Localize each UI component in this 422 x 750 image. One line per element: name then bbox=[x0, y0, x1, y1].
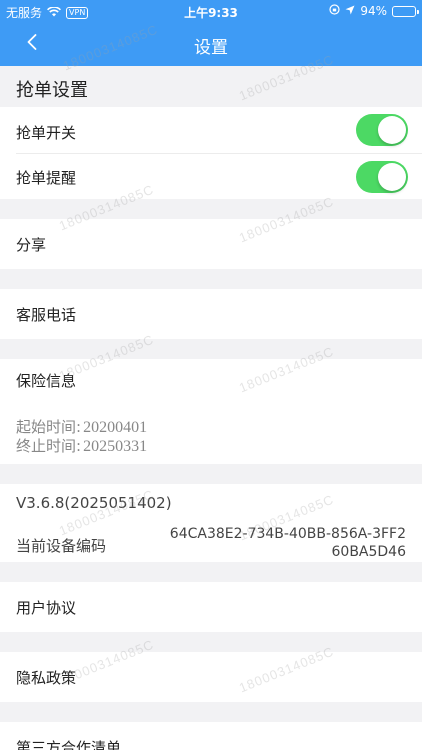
user-agreement-label: 用户协议 bbox=[16, 599, 77, 617]
grab-remind-label: 抢单提醒 bbox=[16, 169, 77, 187]
lock-rotation-icon bbox=[329, 4, 340, 18]
insurance-label: 保险信息 bbox=[16, 372, 77, 390]
grab-switch-label: 抢单开关 bbox=[16, 124, 77, 142]
switch-knob bbox=[378, 116, 406, 144]
share-label: 分享 bbox=[16, 236, 47, 254]
insurance-end-value: 20250331 bbox=[83, 438, 148, 455]
service-phone-row[interactable]: 客服电话 bbox=[0, 289, 422, 339]
divider bbox=[16, 153, 422, 154]
status-right: 94% bbox=[329, 4, 419, 18]
status-bar: 无服务 VPN 上午9:33 94% bbox=[0, 0, 422, 22]
third-party-label: 第三方合作清单 bbox=[16, 739, 122, 750]
insurance-end: 终止时间: 20250331 bbox=[16, 435, 147, 456]
grab-remind-toggle[interactable] bbox=[356, 161, 408, 193]
battery-percent: 94% bbox=[360, 4, 387, 18]
device-code-label: 当前设备编码 bbox=[16, 537, 107, 555]
insurance-card: 保险信息 起始时间: 20200401 终止时间: 20250331 bbox=[0, 359, 422, 464]
switch-knob bbox=[378, 163, 406, 191]
service-phone-label: 客服电话 bbox=[16, 306, 77, 324]
privacy-policy-label: 隐私政策 bbox=[16, 669, 77, 687]
share-row[interactable]: 分享 bbox=[0, 219, 422, 269]
privacy-policy-row[interactable]: 隐私政策 bbox=[0, 652, 422, 702]
page-title: 设置 bbox=[194, 38, 228, 58]
insurance-start-label: 起始时间: bbox=[16, 418, 82, 436]
section-title-grab: 抢单设置 bbox=[0, 66, 422, 107]
insurance-end-label: 终止时间: bbox=[16, 437, 82, 455]
battery-icon bbox=[392, 5, 419, 17]
insurance-start-value: 20200401 bbox=[83, 419, 148, 436]
version-text: V3.6.8(2025051402) bbox=[16, 494, 172, 512]
nav-bar: 设置 bbox=[0, 22, 422, 66]
device-code-value: 64CA38E2-734B-40BB-856A-3FF260BA5D46 bbox=[169, 526, 406, 560]
grab-settings-group: 抢单开关 抢单提醒 bbox=[0, 107, 422, 199]
grab-switch-toggle[interactable] bbox=[356, 114, 408, 146]
insurance-start: 起始时间: 20200401 bbox=[16, 416, 147, 437]
user-agreement-row[interactable]: 用户协议 bbox=[0, 582, 422, 632]
third-party-row[interactable]: 第三方合作清单 bbox=[0, 722, 422, 750]
location-icon bbox=[345, 4, 355, 18]
